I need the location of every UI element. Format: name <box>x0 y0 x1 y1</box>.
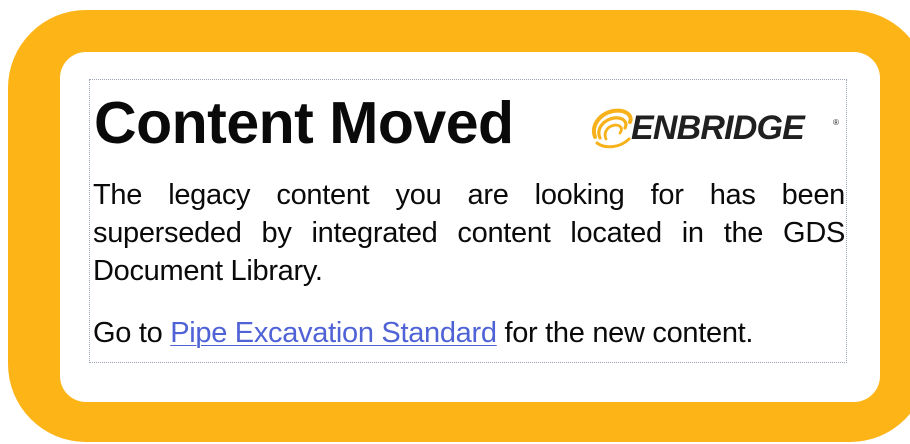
page-title: Content Moved <box>94 90 514 156</box>
goto-prefix: Go to <box>93 317 171 349</box>
pipe-excavation-standard-link[interactable]: Pipe Excavation Standard <box>170 317 497 349</box>
trademark-mark: ® <box>833 118 839 127</box>
enbridge-logo: ENBRIDGE ® <box>587 104 845 154</box>
notice-box: Content Moved ENBRIDGE ® The legacy cont… <box>89 79 847 363</box>
goto-line: Go to Pipe Excavation Standard for the n… <box>93 314 845 352</box>
heading-row: Content Moved ENBRIDGE ® <box>90 88 846 166</box>
logo-wordmark: ENBRIDGE <box>631 109 805 147</box>
goto-suffix: for the new content. <box>496 317 754 349</box>
notice-message: The legacy content you are looking for h… <box>93 179 845 287</box>
